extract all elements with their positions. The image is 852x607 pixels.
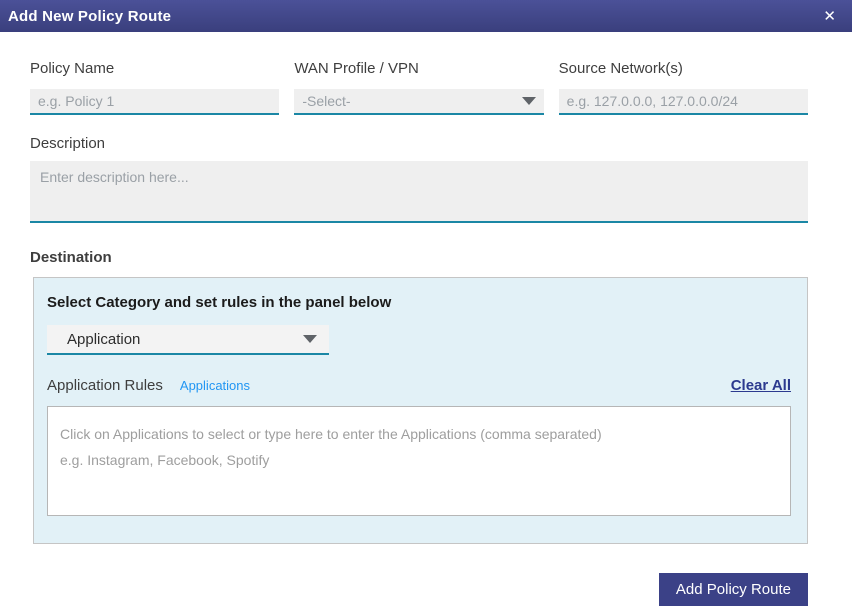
source-networks-field-group: Source Network(s) xyxy=(558,60,808,115)
source-networks-label: Source Network(s) xyxy=(558,60,683,77)
application-rules-label: Application Rules xyxy=(47,377,163,394)
application-rules-box: Click on Applications to select or type … xyxy=(47,406,791,516)
policy-name-label: Policy Name xyxy=(30,60,115,77)
policy-name-field-group: Policy Name xyxy=(30,60,280,115)
modal-footer: Add Policy Route xyxy=(0,573,852,606)
chevron-down-icon xyxy=(521,97,536,105)
destination-section: Destination Select Category and set rule… xyxy=(30,249,808,544)
wan-profile-select[interactable]: -Select- xyxy=(294,89,544,115)
category-selected-value: Application xyxy=(67,330,141,348)
description-label: Description xyxy=(30,135,106,152)
add-policy-route-button[interactable]: Add Policy Route xyxy=(658,573,808,606)
applications-link[interactable]: Applications xyxy=(180,378,250,393)
description-textarea[interactable] xyxy=(30,161,808,223)
top-fields-row: Policy Name WAN Profile / VPN -Select- S… xyxy=(30,60,808,115)
chevron-down-icon xyxy=(303,335,317,343)
wan-profile-field-group: WAN Profile / VPN -Select- xyxy=(294,60,544,115)
application-rules-row: Application Rules Applications Clear All xyxy=(47,377,791,394)
category-instruction: Select Category and set rules in the pan… xyxy=(47,294,392,311)
source-networks-input[interactable] xyxy=(558,89,808,115)
description-field-group: Description xyxy=(30,135,808,223)
close-icon[interactable]: ✕ xyxy=(819,7,840,26)
modal-header: Add New Policy Route ✕ xyxy=(0,0,852,32)
modal-body: Policy Name WAN Profile / VPN -Select- S… xyxy=(0,32,852,544)
clear-all-link[interactable]: Clear All xyxy=(731,377,791,394)
wan-profile-label: WAN Profile / VPN xyxy=(294,60,419,77)
policy-name-input[interactable] xyxy=(30,89,280,115)
wan-profile-selected-value: -Select- xyxy=(302,93,351,109)
destination-label: Destination xyxy=(30,249,112,266)
application-rules-textarea[interactable] xyxy=(48,407,790,515)
modal-title: Add New Policy Route xyxy=(8,7,172,25)
destination-panel: Select Category and set rules in the pan… xyxy=(33,277,808,544)
category-select[interactable]: Application xyxy=(47,325,329,355)
